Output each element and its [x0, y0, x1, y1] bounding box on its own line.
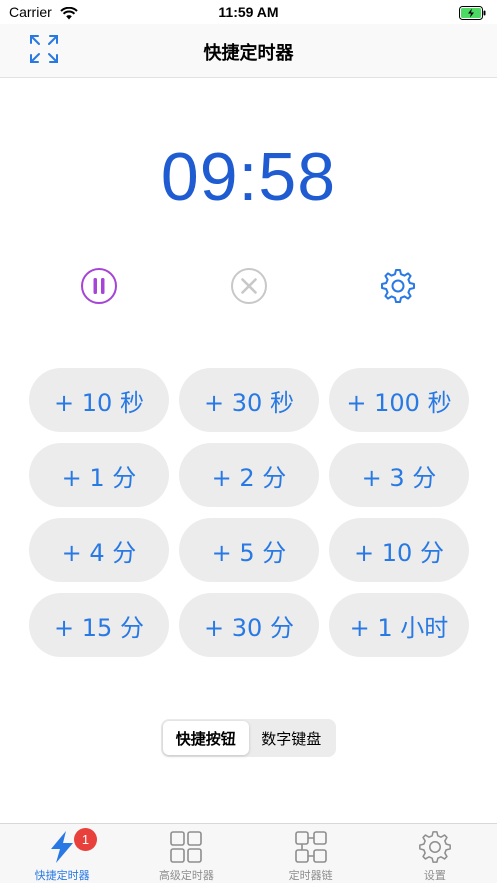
timer-display: 09:58 [160, 139, 337, 215]
tab-bar: 1 快捷定时器 高级定时器 定时器链 设置 [0, 823, 497, 883]
add-10-minutes-button[interactable]: + 10 分 [329, 518, 469, 582]
segment-quick-buttons[interactable]: 快捷按钮 [163, 721, 249, 755]
page-title: 快捷定时器 [203, 43, 294, 64]
tab-label: 快捷定时器 [34, 869, 90, 882]
close-circle-icon [230, 267, 268, 309]
add-15-minutes-button[interactable]: + 15 分 [29, 593, 169, 657]
tab-advanced-timer[interactable]: 高级定时器 [124, 824, 248, 883]
battery-charging-icon [459, 5, 487, 24]
status-bar: Carrier 11:59 AM [0, 0, 497, 24]
add-30-minutes-button[interactable]: + 30 分 [179, 593, 319, 657]
tab-settings[interactable]: 设置 [373, 824, 497, 883]
pause-circle-icon [80, 267, 118, 309]
tab-timer-chain[interactable]: 定时器链 [249, 824, 373, 883]
add-100-seconds-button[interactable]: + 100 秒 [329, 368, 469, 432]
segment-number-keypad[interactable]: 数字键盘 [249, 721, 335, 755]
add-10-seconds-button[interactable]: + 10 秒 [29, 368, 169, 432]
add-1-hour-button[interactable]: + 1 小时 [329, 593, 469, 657]
gear-icon [417, 829, 453, 865]
add-4-minutes-button[interactable]: + 4 分 [29, 518, 169, 582]
tab-label: 设置 [423, 869, 446, 882]
add-1-minute-button[interactable]: + 1 分 [29, 443, 169, 507]
chain-icon [294, 829, 328, 865]
status-time: 11:59 AM [218, 4, 279, 20]
tab-quick-timer[interactable]: 1 快捷定时器 [0, 824, 124, 883]
notification-badge: 1 [74, 828, 97, 851]
timer-settings-button[interactable] [378, 268, 418, 308]
add-5-minutes-button[interactable]: + 5 分 [179, 518, 319, 582]
add-3-minutes-button[interactable]: + 3 分 [329, 443, 469, 507]
quick-add-grid: + 10 秒 + 30 秒 + 100 秒 + 1 分 + 2 分 + 3 分 … [29, 368, 469, 657]
lightning-icon [47, 829, 77, 865]
input-mode-segmented-control: 快捷按钮 数字键盘 [161, 719, 336, 757]
add-2-minutes-button[interactable]: + 2 分 [179, 443, 319, 507]
pause-button[interactable] [79, 268, 119, 308]
cancel-button[interactable] [229, 268, 269, 308]
navigation-bar: 快捷定时器 [0, 24, 497, 78]
gear-icon [379, 267, 417, 309]
tab-label: 高级定时器 [158, 869, 214, 882]
add-30-seconds-button[interactable]: + 30 秒 [179, 368, 319, 432]
grid-icon [169, 829, 203, 865]
tab-label: 定时器链 [288, 869, 333, 882]
